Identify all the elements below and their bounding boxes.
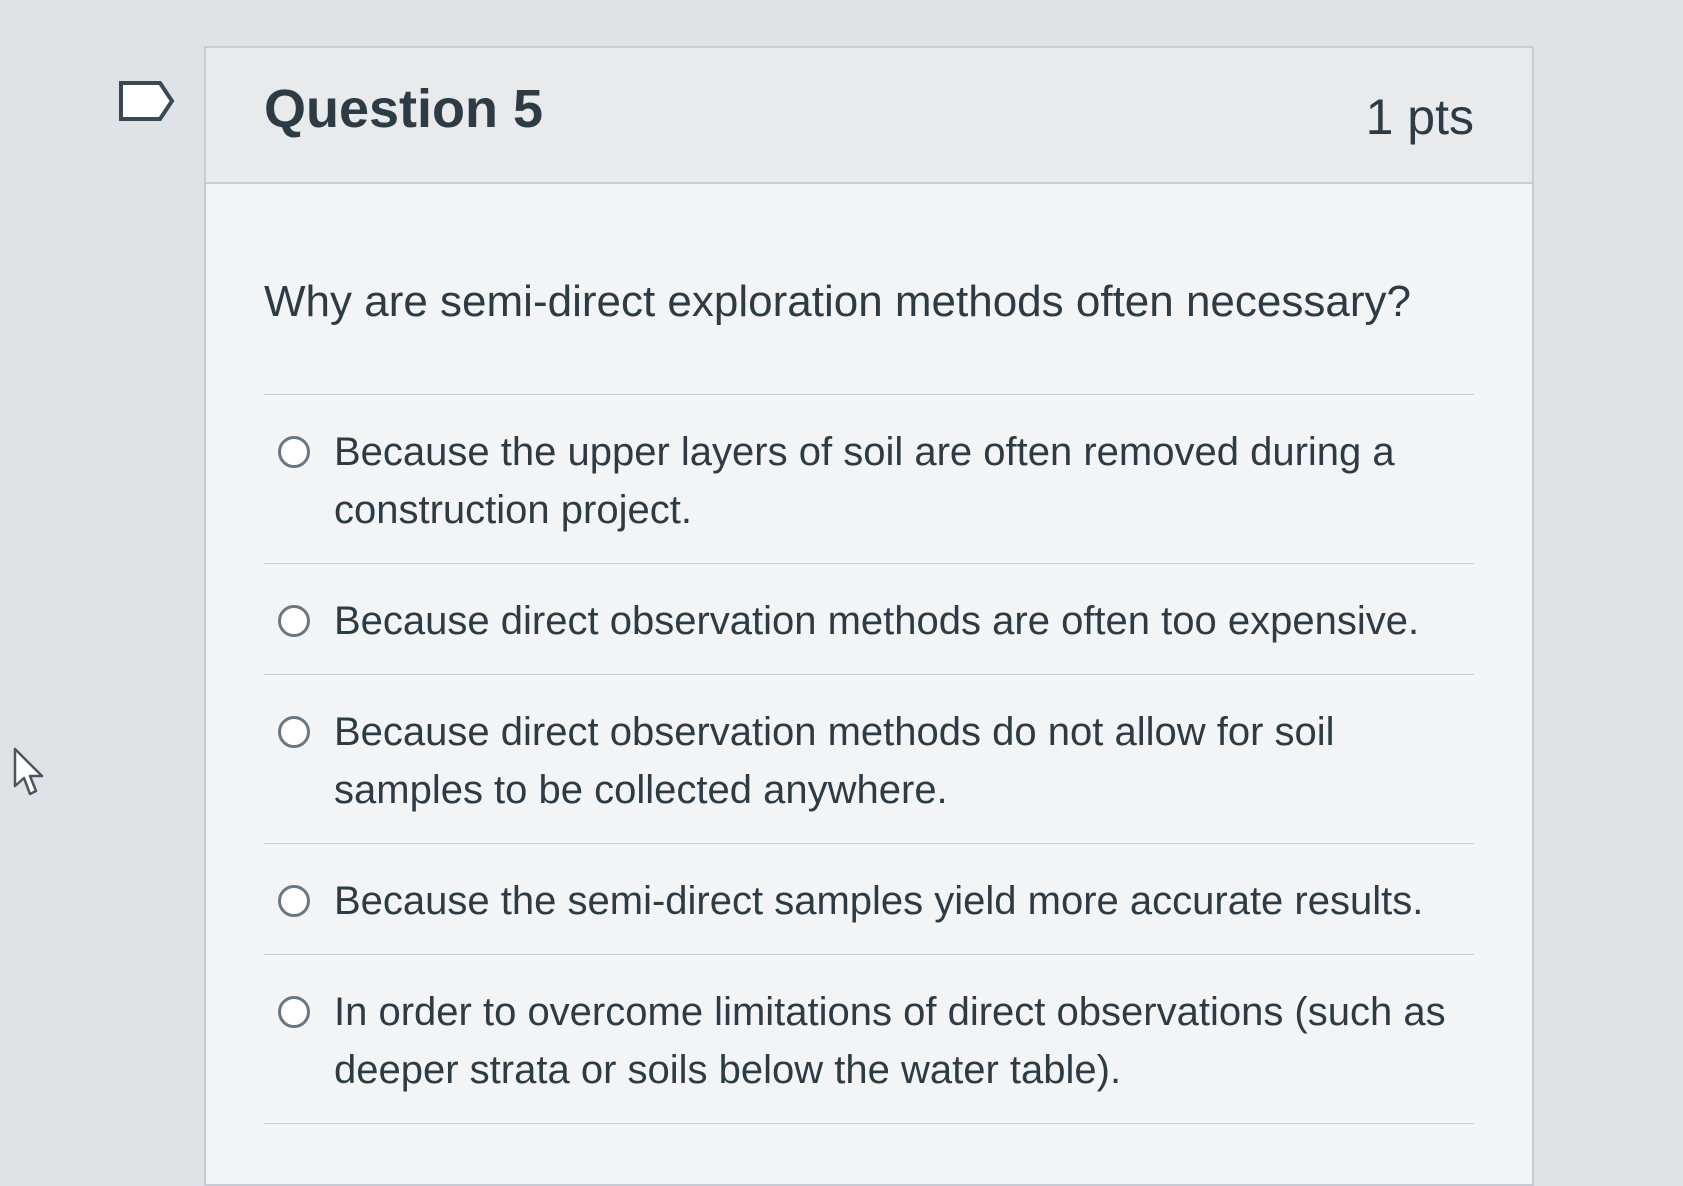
answer-list: Because the upper layers of soil are oft… [264,394,1474,1124]
answer-option[interactable]: Because the upper layers of soil are oft… [264,395,1474,564]
answer-radio[interactable] [278,436,310,468]
answer-label[interactable]: Because the upper layers of soil are oft… [334,423,1464,539]
answer-option[interactable]: Because direct observation methods are o… [264,564,1474,675]
question-body: Why are semi-direct exploration methods … [206,272,1532,1124]
flag-question-icon[interactable] [118,80,176,122]
answer-radio[interactable] [278,885,310,917]
answer-radio[interactable] [278,996,310,1028]
answer-radio[interactable] [278,716,310,748]
question-points: 1 pts [1365,89,1474,145]
answer-option[interactable]: In order to overcome limitations of dire… [264,955,1474,1124]
answer-radio[interactable] [278,605,310,637]
answer-option[interactable]: Because the semi-direct samples yield mo… [264,844,1474,955]
answer-label[interactable]: Because direct observation methods do no… [334,703,1464,819]
mouse-pointer-icon [13,747,44,796]
question-header: Question 5 1 pts [206,48,1532,184]
answer-label[interactable]: Because direct observation methods are o… [334,592,1419,650]
answer-option[interactable]: Because direct observation methods do no… [264,675,1474,844]
answer-label[interactable]: Because the semi-direct samples yield mo… [334,872,1423,930]
question-card: Question 5 1 pts Why are semi-direct exp… [204,46,1534,1186]
question-title: Question 5 [264,79,544,139]
question-text: Why are semi-direct exploration methods … [264,277,1411,326]
answer-label[interactable]: In order to overcome limitations of dire… [334,983,1464,1099]
